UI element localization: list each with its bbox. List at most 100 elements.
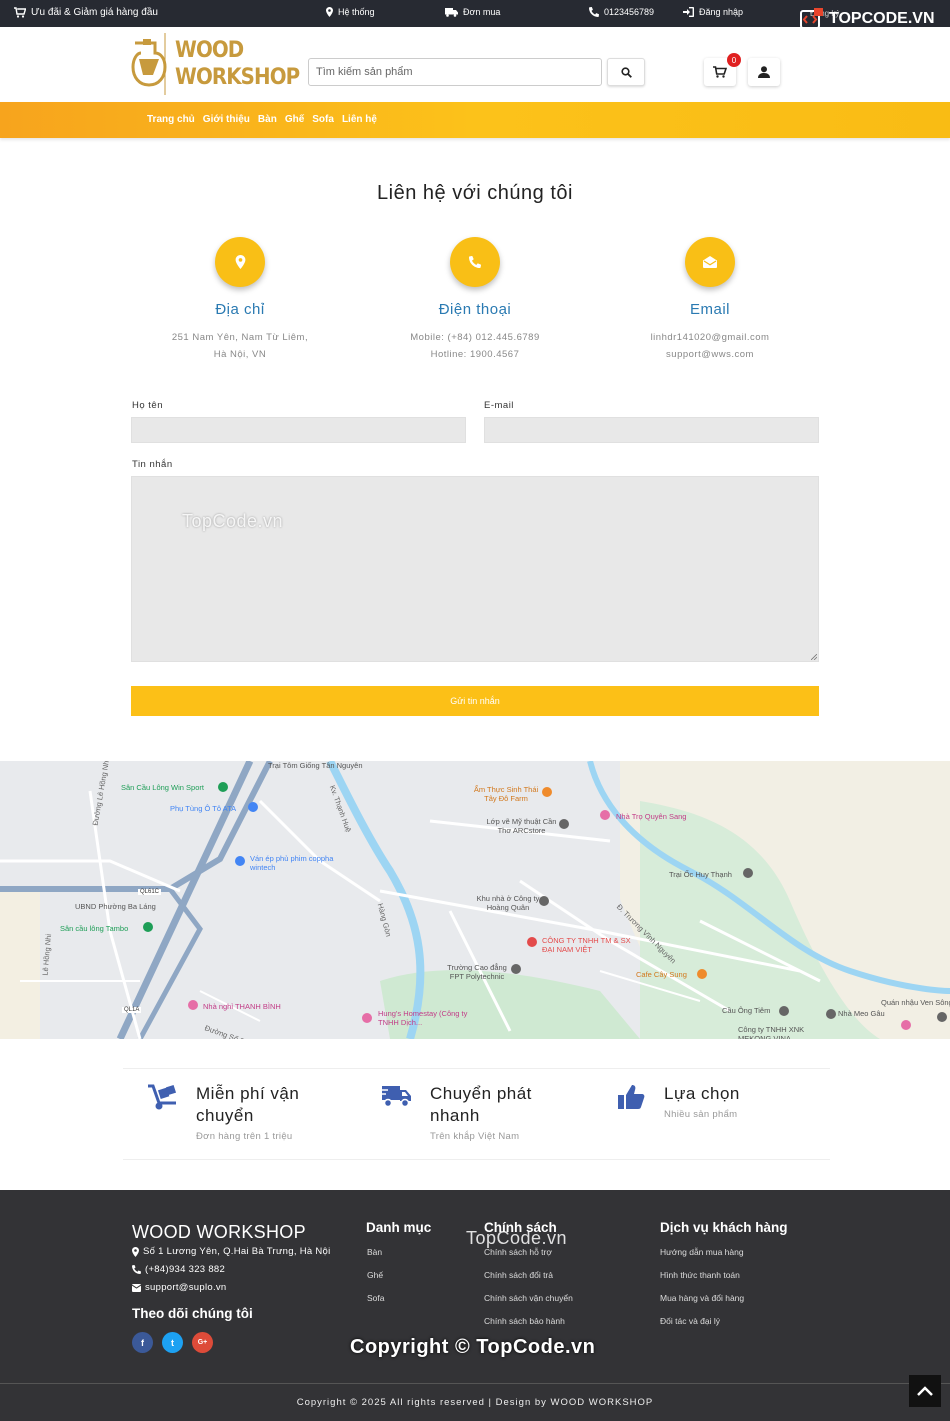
phone-link[interactable]: 0123456789	[589, 7, 654, 17]
footer-policy-link[interactable]: Chính sách đổi trả	[484, 1270, 553, 1280]
footer-service-link[interactable]: Mua hàng và đổi hàng	[660, 1293, 744, 1303]
categories-title: Danh mục	[366, 1220, 432, 1235]
name-label: Họ tên	[132, 400, 163, 411]
feature-title: Miễn phí vận chuyển	[196, 1084, 300, 1125]
footer-email-text: support@suplo.vn	[145, 1282, 227, 1293]
sawblade-logo-icon	[131, 33, 167, 95]
features-bar: Miễn phí vận chuyển Đơn hàng trên 1 triệ…	[123, 1068, 830, 1160]
login-label: Đăng nhập	[699, 7, 744, 17]
logo-text-workshop: WORKSHOP	[175, 65, 300, 90]
footer-address-text: Số 1 Lương Yên, Q.Hai Bà Trưng, Hà Nội	[143, 1246, 331, 1257]
search-icon	[620, 66, 632, 78]
copyright-watermark: Copyright © TopCode.vn	[350, 1336, 596, 1358]
system-label: Hệ thống	[338, 7, 375, 17]
email-icon-circle	[685, 237, 735, 287]
phone-small-icon	[589, 7, 599, 17]
map-label: Nhà Meo Gâu	[838, 1009, 885, 1018]
address-heading: Địa chỉ	[215, 301, 265, 318]
map-label: Khu nhà ở Công ty Hoàng Quân	[476, 894, 540, 912]
sign-in-icon	[683, 7, 694, 17]
address-icon-circle	[215, 237, 265, 287]
feature-free-shipping: Miễn phí vận chuyển Đơn hàng trên 1 triệ…	[146, 1083, 326, 1142]
search-placeholder: Tìm kiếm sản phẩm	[316, 66, 413, 78]
map-label: Nhà nghỉ THANH BÌNH	[203, 1002, 281, 1011]
address-line2: Hà Nội, VN	[213, 349, 267, 360]
map-label: Sân cầu lông Tambo	[60, 924, 129, 933]
copyright-text: Copyright © 2025 All rights reserved | D…	[296, 1397, 654, 1408]
contact-address: Địa chỉ 251 Nam Yên, Nam Từ Liêm, Hà Nội…	[130, 237, 350, 363]
scroll-to-top-button[interactable]	[909, 1375, 941, 1407]
contact-phone: Điện thoại Mobile: (+84) 012.445.6789 Ho…	[365, 237, 585, 363]
phone-line1: Mobile: (+84) 012.445.6789	[410, 332, 540, 343]
footer-policy-link[interactable]: Chính sách bảo hành	[484, 1316, 565, 1326]
nav-links: Trang chủ Giới thiệu Bàn Ghế Sofa Liên h…	[147, 114, 377, 125]
nav-item-about[interactable]: Giới thiệu	[203, 114, 250, 125]
embedded-map[interactable]: Trại Tôm Giống Tân Nguyên Sân Cầu Lông W…	[0, 761, 950, 1039]
name-field[interactable]	[131, 417, 466, 443]
footer-brand: WOOD WORKSHOP	[132, 1222, 306, 1242]
topcode-watermark: TopCode.vn	[466, 1228, 568, 1248]
footer: WOOD WORKSHOP Số 1 Lương Yên, Q.Hai Bà T…	[0, 1190, 950, 1421]
footer-divider	[0, 1383, 950, 1384]
map-label: Trường Cao đẳng FPT Polytechnic	[447, 963, 507, 981]
service-title: Dịch vụ khách hàng	[660, 1220, 788, 1235]
phone-icon	[132, 1265, 141, 1274]
message-label: Tin nhắn	[132, 459, 173, 470]
twitter-icon[interactable]: t	[162, 1332, 183, 1353]
map-label: CÔNG TY TNHH TM & SX ĐẠI NAM VIỆT	[542, 936, 631, 954]
nav-item-chairs[interactable]: Ghế	[285, 114, 304, 125]
footer-phone: (+84)934 323 882	[132, 1264, 225, 1275]
resize-handle-icon[interactable]	[811, 654, 817, 660]
nav-item-sofa[interactable]: Sofa	[312, 114, 334, 125]
email-field[interactable]	[484, 417, 819, 443]
map-label: Cafe Cây Sung	[636, 970, 687, 979]
system-link[interactable]: Hệ thống	[326, 7, 375, 17]
phone-heading: Điện thoại	[438, 301, 512, 318]
map-label: Lớp vẽ Mỹ thuật Cần Thơ ARCstore	[486, 817, 557, 835]
footer-service-link[interactable]: Hình thức thanh toán	[660, 1270, 740, 1280]
map-marker-icon	[326, 7, 333, 17]
account-button[interactable]	[748, 58, 780, 86]
topcode-watermark: TopCode.vn	[182, 511, 284, 531]
cart-icon	[713, 66, 727, 78]
message-textarea[interactable]	[131, 476, 819, 662]
email-line1: linhdr141020@gmail.com	[650, 332, 770, 343]
search-button[interactable]	[607, 58, 645, 86]
login-link[interactable]: Đăng nhập	[683, 7, 743, 17]
truck-small-icon	[445, 7, 458, 17]
footer-policy-link[interactable]: Chính sách vận chuyển	[484, 1293, 573, 1303]
footer-service-link[interactable]: Hướng dẫn mua hàng	[660, 1247, 744, 1257]
map-label: Trại Tôm Giống Tân Nguyên	[268, 761, 363, 770]
nav-item-contact[interactable]: Liên hệ	[342, 114, 377, 125]
email-line2: support@wws.com	[666, 349, 754, 360]
phone-label: 0123456789	[604, 7, 655, 17]
nav-item-home[interactable]: Trang chủ	[147, 114, 195, 125]
envelope-icon	[703, 256, 717, 268]
footer-service-link[interactable]: Đối tác và đại lý	[660, 1316, 720, 1326]
site-logo[interactable]: WOOD WORKSHOP	[131, 32, 313, 96]
footer-category-link[interactable]: Sofa	[367, 1293, 385, 1303]
google-plus-icon[interactable]: G+	[192, 1332, 213, 1353]
promo-link[interactable]: Ưu đãi & Giảm giá hàng đầu	[14, 7, 158, 18]
promo-text: Ưu đãi & Giảm giá hàng đầu	[31, 7, 158, 18]
map-marker-icon	[132, 1246, 139, 1257]
feature-subtitle: Nhiều sản phẩm	[664, 1109, 738, 1120]
map-label: Phụ Tùng Ô Tô ATA	[170, 804, 237, 813]
orders-link[interactable]: Đơn mua	[445, 7, 500, 17]
nav-item-tables[interactable]: Bàn	[258, 114, 277, 125]
feature-title: Lựa chọn	[664, 1084, 740, 1103]
submit-button[interactable]: Gửi tin nhắn	[131, 686, 819, 716]
footer-category-link[interactable]: Ghế	[367, 1270, 383, 1280]
top-bar: Ưu đãi & Giảm giá hàng đầu Hệ thống Đơn …	[0, 0, 950, 29]
map-label: Công ty TNHH XNK MEKONG VINA	[738, 1025, 805, 1039]
chevron-up-icon	[917, 1386, 933, 1396]
facebook-icon[interactable]: f	[132, 1332, 153, 1353]
user-icon	[758, 66, 770, 78]
map-label: Hung's Homestay (Công ty TNHH Dịch...	[378, 1009, 468, 1027]
cart-icon	[14, 7, 26, 18]
search-input[interactable]: Tìm kiếm sản phẩm	[308, 58, 602, 86]
map-label: Quán nhậu Ven Sông	[881, 998, 950, 1007]
email-heading: Email	[689, 301, 730, 318]
footer-category-link[interactable]: Bàn	[367, 1247, 382, 1257]
follow-title: Theo dõi chúng tôi	[132, 1306, 253, 1321]
